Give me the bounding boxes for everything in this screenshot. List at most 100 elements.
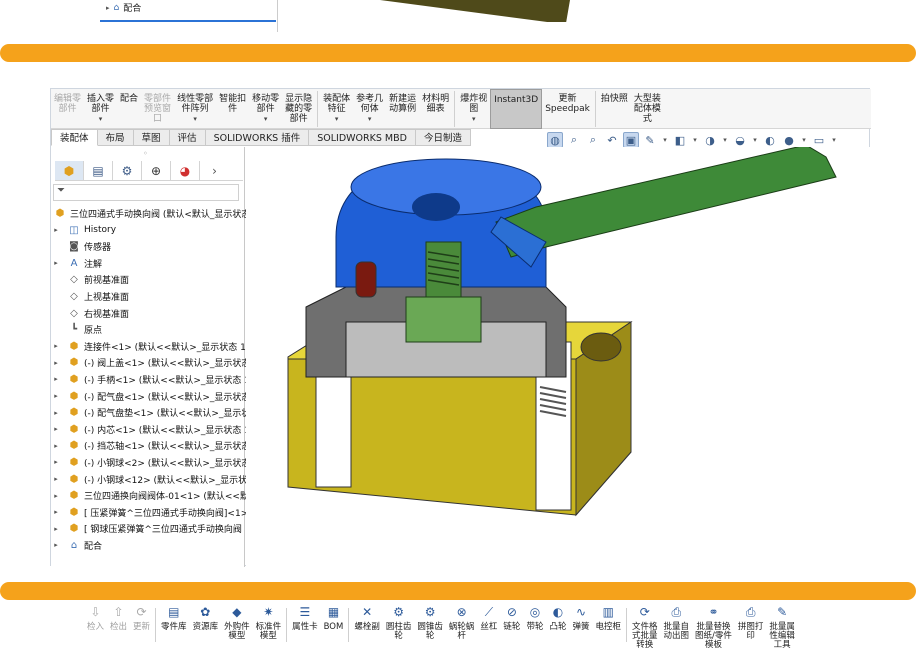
view-dropdown-caret-icon[interactable]: ▾ xyxy=(800,132,808,148)
tree-root[interactable]: ⬢ 三位四通式手动换向阀 (默认<默认_显示状态 xyxy=(53,205,251,221)
plugin-button-14[interactable]: ⊘ 链轮 xyxy=(500,606,523,632)
expand-arrow-icon[interactable]: ▸ xyxy=(51,475,61,483)
zoom-area-icon[interactable]: ⌕ xyxy=(585,132,601,148)
plugin-button-17[interactable]: ∿ 弹簧 xyxy=(569,606,592,632)
plugin-button-10[interactable]: ⚙ 圆柱齿轮 xyxy=(383,606,415,641)
tree-node-part[interactable]: ▸ ⬢ 三位四通换向阀阀体-01<1> (默认<<默认 xyxy=(51,488,258,504)
tree-node-part[interactable]: ▸ ⬢ (-) 配气盘<1> (默认<<默认>_显示状态 xyxy=(51,388,250,404)
ribbon-button-12[interactable]: 爆炸视图 ▾ xyxy=(457,89,490,129)
tree-node-sensor[interactable]: ◙ 传感器 xyxy=(51,239,111,255)
tree-node-part[interactable]: ▸ ⬢ (-) 配气盘垫<1> (默认<<默认>_显示状态 xyxy=(51,405,259,421)
ribbon-button-15[interactable]: 拍快照 xyxy=(598,89,631,129)
tree-node-part[interactable]: ▸ ⬢ (-) 小钢球<12> (默认<<默认>_显示状态 xyxy=(51,471,256,487)
plugin-button-5[interactable]: ◆ 外购件 模型 xyxy=(221,606,253,641)
ribbon-button-8[interactable]: 装配体 特征 ▾ xyxy=(320,89,353,129)
ribbon-button-16[interactable]: 大型装 配体模式 xyxy=(631,89,664,129)
tab-2[interactable]: 草图 xyxy=(133,129,170,146)
expand-arrow-icon[interactable]: ▸ xyxy=(51,359,61,367)
tab-3[interactable]: 评估 xyxy=(169,129,206,146)
tab-4[interactable]: SOLIDWORKS 插件 xyxy=(205,129,310,146)
expand-arrow-icon[interactable]: ▸ xyxy=(51,541,61,549)
ribbon-button-6[interactable]: 移动零 部件 ▾ xyxy=(249,89,282,129)
ribbon-button-14[interactable]: 更新 Speedpak xyxy=(542,89,593,129)
dropdown-caret-icon[interactable]: ▾ xyxy=(99,114,103,124)
tab-1[interactable]: 布局 xyxy=(97,129,134,146)
tree-node-plane[interactable]: ◇ 右视基准面 xyxy=(51,305,129,321)
tree-node-part[interactable]: ▸ ⬢ [ 压紧弹簧^三位四通式手动换向阀]<1> xyxy=(51,504,248,520)
expand-arrow-icon[interactable]: ▸ xyxy=(51,458,61,466)
ribbon-button-1[interactable]: 插入零 部件 ▾ xyxy=(84,89,117,129)
plugin-button-1[interactable]: ⇧ 检出 xyxy=(107,606,130,632)
view-dropdown-caret-icon[interactable]: ▾ xyxy=(661,132,669,148)
ribbon-button-0[interactable]: 编辑零 部件 xyxy=(51,89,84,129)
tree-node-part[interactable]: ▸ ⬢ (-) 小钢球<2> (默认<<默认>_显示状态 xyxy=(51,454,250,470)
feature-manager-tab-icon[interactable]: ⬢ xyxy=(55,161,84,180)
configuration-manager-tab-icon[interactable]: ⚙ xyxy=(113,161,142,180)
expand-arrow-icon[interactable]: ▸ xyxy=(51,409,61,417)
view-orientation-icon[interactable]: ◍ xyxy=(547,132,563,148)
previous-view-icon[interactable]: ↶ xyxy=(604,132,620,148)
tree-filter-input[interactable]: ⏷ xyxy=(53,184,239,201)
property-manager-tab-icon[interactable]: ▤ xyxy=(84,161,113,180)
ribbon-button-3[interactable]: 零部件 预览窗口 xyxy=(141,89,174,129)
dynamic-annotation-icon[interactable]: ✎ xyxy=(642,132,658,148)
ribbon-button-5[interactable]: 智能扣件 xyxy=(216,89,249,129)
hide-show-icon[interactable]: ◒ xyxy=(732,132,748,148)
ribbon-button-13[interactable]: Instant3D xyxy=(490,89,543,129)
plugin-button-21[interactable]: ⚭ 批量替换 图纸/零件 模板 xyxy=(692,606,735,650)
tree-node-part[interactable]: ▸ ⬢ (-) 挡芯轴<1> (默认<<默认>_显示状态 xyxy=(51,438,250,454)
expand-arrow-icon[interactable]: ▸ xyxy=(51,425,61,433)
expand-arrow-icon[interactable]: ▸ xyxy=(51,442,61,450)
plugin-button-4[interactable]: ✿ 资源库 xyxy=(190,606,222,632)
plugin-button-18[interactable]: ▥ 电控柜 xyxy=(592,606,624,632)
dropdown-caret-icon[interactable]: ▾ xyxy=(472,114,476,124)
tree-node-plane[interactable]: ◇ 前视基准面 xyxy=(51,272,129,288)
plugin-button-19[interactable]: ⟳ 文件格 式批量 转换 xyxy=(629,606,661,650)
ribbon-button-7[interactable]: 显示隐 藏的零 部件 xyxy=(282,89,315,129)
tree-node-mates[interactable]: ▸ ⌂ 配合 xyxy=(51,537,102,553)
tree-node-part[interactable]: ▸ ⬢ 连接件<1> (默认<<默认>_显示状态 1>) xyxy=(51,338,257,354)
plugin-button-12[interactable]: ⊗ 蜗轮蜗杆 xyxy=(446,606,478,641)
tree-node-annotation[interactable]: ▸ A 注解 xyxy=(51,255,102,271)
display-manager-tab-icon[interactable]: ◕ xyxy=(171,161,200,180)
dropdown-caret-icon[interactable]: ▾ xyxy=(193,114,197,124)
dropdown-caret-icon[interactable]: ▾ xyxy=(264,114,268,124)
expand-arrow-icon[interactable]: ▸ xyxy=(51,492,61,500)
ribbon-button-2[interactable]: 配合 xyxy=(117,89,141,129)
plugin-button-8[interactable]: ▦ BOM xyxy=(321,606,347,632)
plugin-button-3[interactable]: ▤ 零件库 xyxy=(158,606,190,632)
tree-node-origin[interactable]: ┗ 原点 xyxy=(51,322,102,338)
expand-arrow-icon[interactable]: ▸ xyxy=(51,525,61,533)
tree-node-part[interactable]: ▸ ⬢ (-) 手柄<1> (默认<<默认>_显示状态 1> xyxy=(51,371,257,387)
display-style-icon[interactable]: ◑ xyxy=(702,132,718,148)
expand-arrow-icon[interactable]: ▸ xyxy=(51,508,61,516)
ribbon-button-10[interactable]: 新建运 动算例 xyxy=(386,89,419,129)
plugin-button-16[interactable]: ◐ 凸轮 xyxy=(546,606,569,632)
tree-node-part[interactable]: ▸ ⬢ [ 钢球压紧弹簧^三位四通式手动换向阀 xyxy=(51,521,242,537)
more-tabs-arrow-icon[interactable]: › xyxy=(200,161,229,180)
ribbon-button-4[interactable]: 线性零部 件阵列 ▾ xyxy=(174,89,216,129)
dimxpert-manager-tab-icon[interactable]: ⊕ xyxy=(142,161,171,180)
tree-node-history[interactable]: ▸ ◫ History xyxy=(51,222,116,238)
expand-arrow-icon[interactable]: ▸ xyxy=(51,226,61,234)
edit-appearance-icon[interactable]: ◐ xyxy=(762,132,778,148)
dropdown-caret-icon[interactable]: ▾ xyxy=(368,114,372,124)
graphics-viewport[interactable] xyxy=(246,144,870,567)
tab-0[interactable]: 装配体 xyxy=(51,129,98,146)
tree-node-part[interactable]: ▸ ⬢ (-) 内芯<1> (默认<<默认>_显示状态 1> xyxy=(51,421,257,437)
view-settings-icon[interactable]: ◧ xyxy=(672,132,688,148)
plugin-button-20[interactable]: ⎙ 批量自 动出图 xyxy=(661,606,693,641)
tab-6[interactable]: 今日制造 xyxy=(415,129,471,146)
plugin-button-13[interactable]: ⟋ 丝杠 xyxy=(477,606,500,632)
tab-5[interactable]: SOLIDWORKS MBD xyxy=(309,129,416,146)
plugin-button-7[interactable]: ☰ 属性卡 xyxy=(289,606,321,632)
ribbon-button-9[interactable]: 参考几 何体 ▾ xyxy=(353,89,386,129)
panel-collapse-handle[interactable]: ◦ xyxy=(143,149,148,158)
plugin-button-9[interactable]: ✕ 螺栓副 xyxy=(351,606,383,632)
tree-node-plane[interactable]: ◇ 上视基准面 xyxy=(51,288,129,304)
top-tree-item[interactable]: ▸ ⌂ 配合 xyxy=(106,1,141,15)
plugin-button-0[interactable]: ⇩ 检入 xyxy=(84,606,107,632)
ribbon-button-11[interactable]: 材料明 细表 xyxy=(419,89,452,129)
view-dropdown-caret-icon[interactable]: ▾ xyxy=(691,132,699,148)
view-dropdown-caret-icon[interactable]: ▾ xyxy=(830,132,838,148)
